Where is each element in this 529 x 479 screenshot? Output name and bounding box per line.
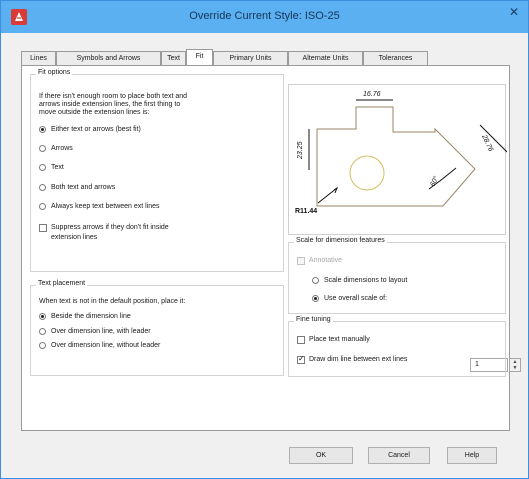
- scale-title: Scale for dimension features: [294, 237, 387, 244]
- dialog-window: Override Current Style: ISO-25 ✕ Lines S…: [0, 0, 529, 479]
- scale-group: Scale for dimension features Annotative …: [288, 237, 506, 314]
- annotative-checkbox[interactable]: [297, 257, 305, 265]
- preview-dimension-23-25: 23.25: [297, 141, 304, 160]
- tab-fit[interactable]: Fit: [186, 49, 213, 66]
- text-placement-group: Text placement When text is not in the d…: [30, 280, 284, 376]
- radio-text[interactable]: [39, 164, 46, 171]
- dialog-title: Override Current Style: ISO-25: [189, 10, 340, 22]
- radio-use-overall-scale[interactable]: [312, 295, 319, 302]
- suppress-arrows-label-2: extension lines: [51, 234, 98, 241]
- fit-options-group: Fit options If there isn't enough room t…: [30, 69, 284, 272]
- radio-label-both-text-and-arrows: Both text and arrows: [51, 184, 116, 191]
- overall-scale-spinner[interactable]: ▲ ▼: [509, 358, 521, 372]
- radio-label-use-overall-scale: Use overall scale of:: [324, 295, 388, 302]
- radio-over-without-leader[interactable]: [39, 342, 46, 349]
- fit-description-line-3: move outside the extension lines is:: [39, 109, 150, 116]
- preview-pane: 16.76 23.25 28.76 R11.44 60°: [288, 84, 508, 235]
- preview-dimension-28-76: 28.76: [480, 133, 494, 153]
- tab-label: Fit: [195, 53, 204, 60]
- tab-alternate-units[interactable]: Alternate Units: [288, 51, 363, 65]
- place-text-manually-label: Place text manually: [309, 336, 370, 343]
- radio-label-text: Text: [51, 164, 64, 171]
- fine-tuning-group: Fine tuning Place text manually Draw dim…: [288, 316, 506, 377]
- ok-button[interactable]: OK: [289, 447, 353, 464]
- tab-label: Alternate Units: [302, 55, 349, 62]
- tab-primary-units[interactable]: Primary Units: [213, 51, 288, 65]
- text-placement-title: Text placement: [36, 280, 88, 287]
- radio-label-either-text-or-arrows: Either text or arrows (best fit): [51, 126, 141, 133]
- close-icon: ✕: [508, 5, 520, 19]
- cancel-button[interactable]: Cancel: [368, 447, 430, 464]
- radio-always-keep-text[interactable]: [39, 203, 46, 210]
- preview-dimension-16-76: 16.76: [363, 91, 381, 98]
- place-text-manually-checkbox[interactable]: [297, 336, 305, 344]
- radio-label-always-keep-text: Always keep text between ext lines: [51, 203, 160, 210]
- cancel-button-label: Cancel: [388, 452, 410, 459]
- radio-label-beside-dimension-line: Beside the dimension line: [51, 313, 131, 320]
- tab-lines[interactable]: Lines: [21, 51, 56, 65]
- radio-scale-to-layout[interactable]: [312, 277, 319, 284]
- tab-label: Primary Units: [229, 55, 272, 62]
- tab-label: Lines: [30, 55, 47, 62]
- close-button[interactable]: ✕: [500, 1, 528, 23]
- draw-dim-line-checkbox[interactable]: [297, 354, 305, 364]
- suppress-arrows-label-1: Suppress arrows if they don't fit inside: [51, 224, 169, 231]
- radio-both-text-and-arrows[interactable]: [39, 184, 46, 191]
- preview-dimension-angle: 60°: [429, 175, 441, 188]
- radio-either-text-or-arrows[interactable]: [39, 126, 46, 133]
- suppress-arrows-checkbox[interactable]: [39, 224, 47, 232]
- preview-dimension-r11-44: R11.44: [295, 208, 317, 215]
- radio-arrows[interactable]: [39, 145, 46, 152]
- fine-tuning-title: Fine tuning: [294, 316, 333, 323]
- tab-panel: Fit options If there isn't enough room t…: [21, 65, 521, 431]
- preview-drawing: 16.76 23.25 28.76 R11.44 60°: [295, 91, 508, 215]
- tab-label: Symbols and Arrows: [76, 55, 141, 62]
- tab-label: Tolerances: [378, 55, 413, 62]
- tab-tolerances[interactable]: Tolerances: [363, 51, 428, 65]
- annotative-label: Annotative: [309, 257, 343, 264]
- tab-label: Text: [167, 55, 180, 62]
- help-button-label: Help: [464, 452, 480, 459]
- help-button[interactable]: Help: [447, 447, 497, 464]
- fit-options-title: Fit options: [36, 69, 73, 76]
- title-bar: Override Current Style: ISO-25 ✕: [1, 1, 528, 33]
- text-placement-description: When text is not in the default position…: [39, 298, 186, 305]
- radio-label-over-with-leader: Over dimension line, with leader: [51, 328, 151, 335]
- radio-label-arrows: Arrows: [51, 145, 73, 152]
- radio-over-with-leader[interactable]: [39, 328, 46, 335]
- draw-dim-line-label: Draw dim line between ext lines: [309, 356, 408, 363]
- radio-label-over-without-leader: Over dimension line, without leader: [51, 342, 161, 349]
- tab-text[interactable]: Text: [161, 51, 186, 65]
- radio-label-scale-to-layout: Scale dimensions to layout: [324, 277, 408, 284]
- ok-button-label: OK: [315, 452, 327, 459]
- tab-symbols-and-arrows[interactable]: Symbols and Arrows: [56, 51, 161, 65]
- radio-beside-dimension-line[interactable]: [39, 313, 46, 320]
- spinner-down-icon[interactable]: ▼: [510, 365, 520, 371]
